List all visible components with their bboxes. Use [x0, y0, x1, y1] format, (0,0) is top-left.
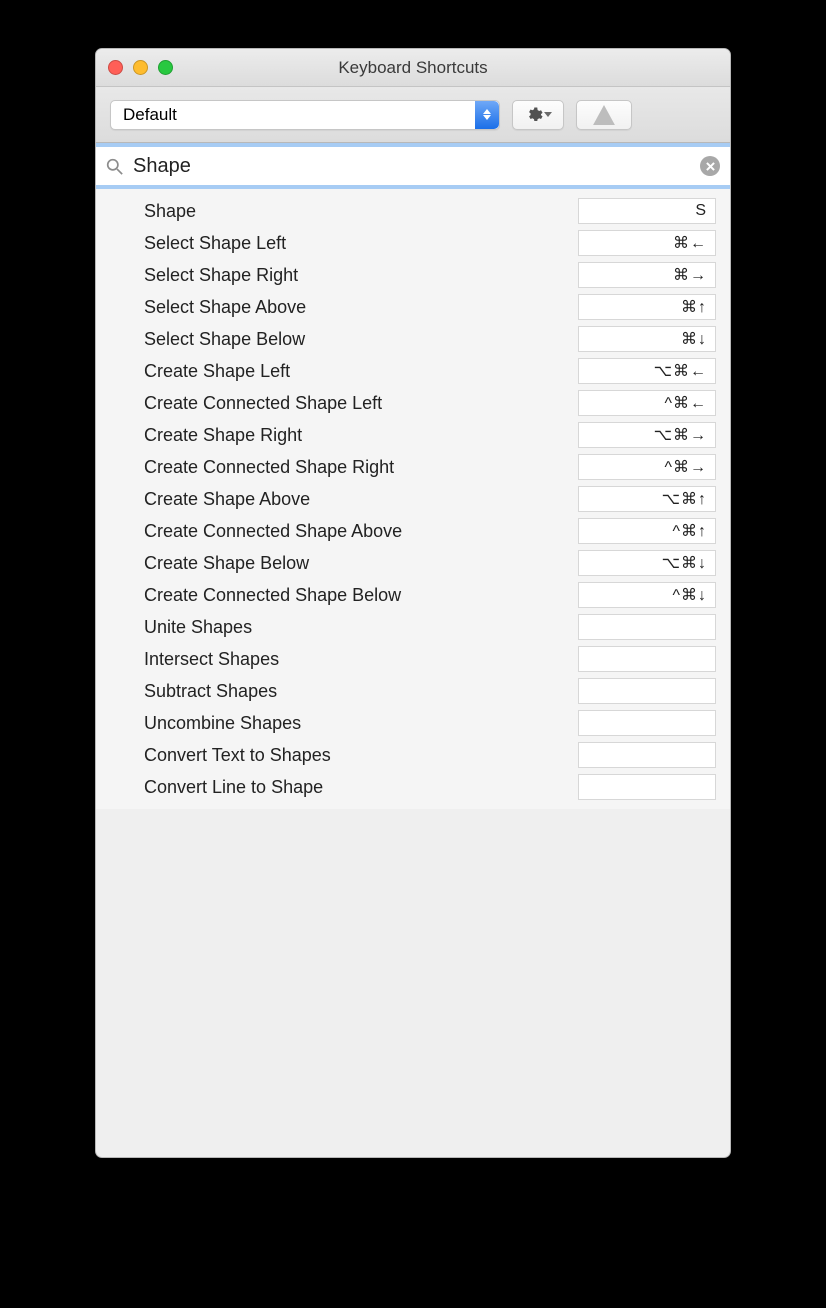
shortcut-field[interactable]: ⌥⌘→: [578, 422, 716, 448]
toolbar: Default: [96, 87, 730, 143]
shortcut-label: Create Connected Shape Right: [144, 457, 578, 478]
shortcut-field[interactable]: [578, 678, 716, 704]
preferences-window: Keyboard Shortcuts Default: [95, 48, 731, 1158]
warning-icon: [593, 105, 615, 125]
search-input[interactable]: [131, 154, 692, 179]
shortcut-field[interactable]: [578, 742, 716, 768]
window-title: Keyboard Shortcuts: [96, 58, 730, 78]
shortcut-field[interactable]: ⌘→: [578, 262, 716, 288]
clear-search-button[interactable]: [700, 156, 720, 176]
shortcut-label: Intersect Shapes: [144, 649, 578, 670]
shortcut-field[interactable]: [578, 774, 716, 800]
shortcut-label: Select Shape Above: [144, 297, 578, 318]
shortcut-field[interactable]: S: [578, 198, 716, 224]
shortcut-label: Create Shape Left: [144, 361, 578, 382]
shortcut-label: Select Shape Left: [144, 233, 578, 254]
shortcut-label: Create Connected Shape Above: [144, 521, 578, 542]
preset-popup[interactable]: Default: [110, 100, 500, 130]
shortcut-row: Select Shape Left⌘←: [96, 227, 730, 259]
shortcut-row: Select Shape Above⌘↑: [96, 291, 730, 323]
zoom-window-button[interactable]: [158, 60, 173, 75]
shortcut-field[interactable]: ^⌘↑: [578, 518, 716, 544]
conflicts-button[interactable]: [576, 100, 632, 130]
shortcut-row: Intersect Shapes: [96, 643, 730, 675]
shortcut-label: Create Shape Right: [144, 425, 578, 446]
shortcut-row: Create Connected Shape Left^⌘←: [96, 387, 730, 419]
shortcut-row: Convert Line to Shape: [96, 771, 730, 803]
preset-selected-label: Default: [123, 105, 177, 125]
shortcut-row: Create Connected Shape Below^⌘↓: [96, 579, 730, 611]
shortcut-label: Shape: [144, 201, 578, 222]
traffic-lights: [108, 60, 173, 75]
minimize-window-button[interactable]: [133, 60, 148, 75]
search-field-container: [96, 147, 730, 185]
shortcut-field[interactable]: ⌘←: [578, 230, 716, 256]
search-icon: [106, 158, 123, 175]
shortcut-row: Select Shape Right⌘→: [96, 259, 730, 291]
shortcut-label: Select Shape Below: [144, 329, 578, 350]
shortcut-row: Convert Text to Shapes: [96, 739, 730, 771]
shortcut-row: Create Connected Shape Above^⌘↑: [96, 515, 730, 547]
shortcut-row: Create Shape Below⌥⌘↓: [96, 547, 730, 579]
shortcut-row: Create Shape Left⌥⌘←: [96, 355, 730, 387]
popup-stepper-icon: [475, 101, 499, 129]
shortcut-row: Uncombine Shapes: [96, 707, 730, 739]
shortcut-field[interactable]: ^⌘↓: [578, 582, 716, 608]
shortcut-label: Create Shape Above: [144, 489, 578, 510]
shortcut-label: Convert Text to Shapes: [144, 745, 578, 766]
titlebar: Keyboard Shortcuts: [96, 49, 730, 87]
shortcut-label: Unite Shapes: [144, 617, 578, 638]
shortcut-field[interactable]: [578, 646, 716, 672]
shortcut-row: ShapeS: [96, 195, 730, 227]
shortcut-field[interactable]: ⌘↓: [578, 326, 716, 352]
shortcut-label: Convert Line to Shape: [144, 777, 578, 798]
shortcut-list: ShapeSSelect Shape Left⌘←Select Shape Ri…: [96, 189, 730, 809]
shortcut-field[interactable]: ^⌘←: [578, 390, 716, 416]
shortcut-row: Create Connected Shape Right^⌘→: [96, 451, 730, 483]
shortcut-field[interactable]: ⌘↑: [578, 294, 716, 320]
shortcut-label: Select Shape Right: [144, 265, 578, 286]
shortcut-field[interactable]: [578, 710, 716, 736]
shortcut-label: Create Connected Shape Below: [144, 585, 578, 606]
shortcut-label: Create Shape Below: [144, 553, 578, 574]
shortcut-row: Subtract Shapes: [96, 675, 730, 707]
close-window-button[interactable]: [108, 60, 123, 75]
shortcut-field[interactable]: [578, 614, 716, 640]
shortcut-row: Create Shape Right⌥⌘→: [96, 419, 730, 451]
actions-menu-button[interactable]: [512, 100, 564, 130]
shortcut-field[interactable]: ⌥⌘↑: [578, 486, 716, 512]
search-strip: [96, 143, 730, 189]
shortcut-label: Create Connected Shape Left: [144, 393, 578, 414]
gear-icon: [525, 106, 543, 124]
shortcut-row: Select Shape Below⌘↓: [96, 323, 730, 355]
shortcut-label: Uncombine Shapes: [144, 713, 578, 734]
shortcut-field[interactable]: ⌥⌘↓: [578, 550, 716, 576]
shortcut-field[interactable]: ^⌘→: [578, 454, 716, 480]
close-icon: [706, 162, 715, 171]
shortcut-label: Subtract Shapes: [144, 681, 578, 702]
shortcut-field[interactable]: ⌥⌘←: [578, 358, 716, 384]
chevron-down-icon: [544, 112, 552, 117]
shortcut-row: Create Shape Above⌥⌘↑: [96, 483, 730, 515]
shortcut-row: Unite Shapes: [96, 611, 730, 643]
